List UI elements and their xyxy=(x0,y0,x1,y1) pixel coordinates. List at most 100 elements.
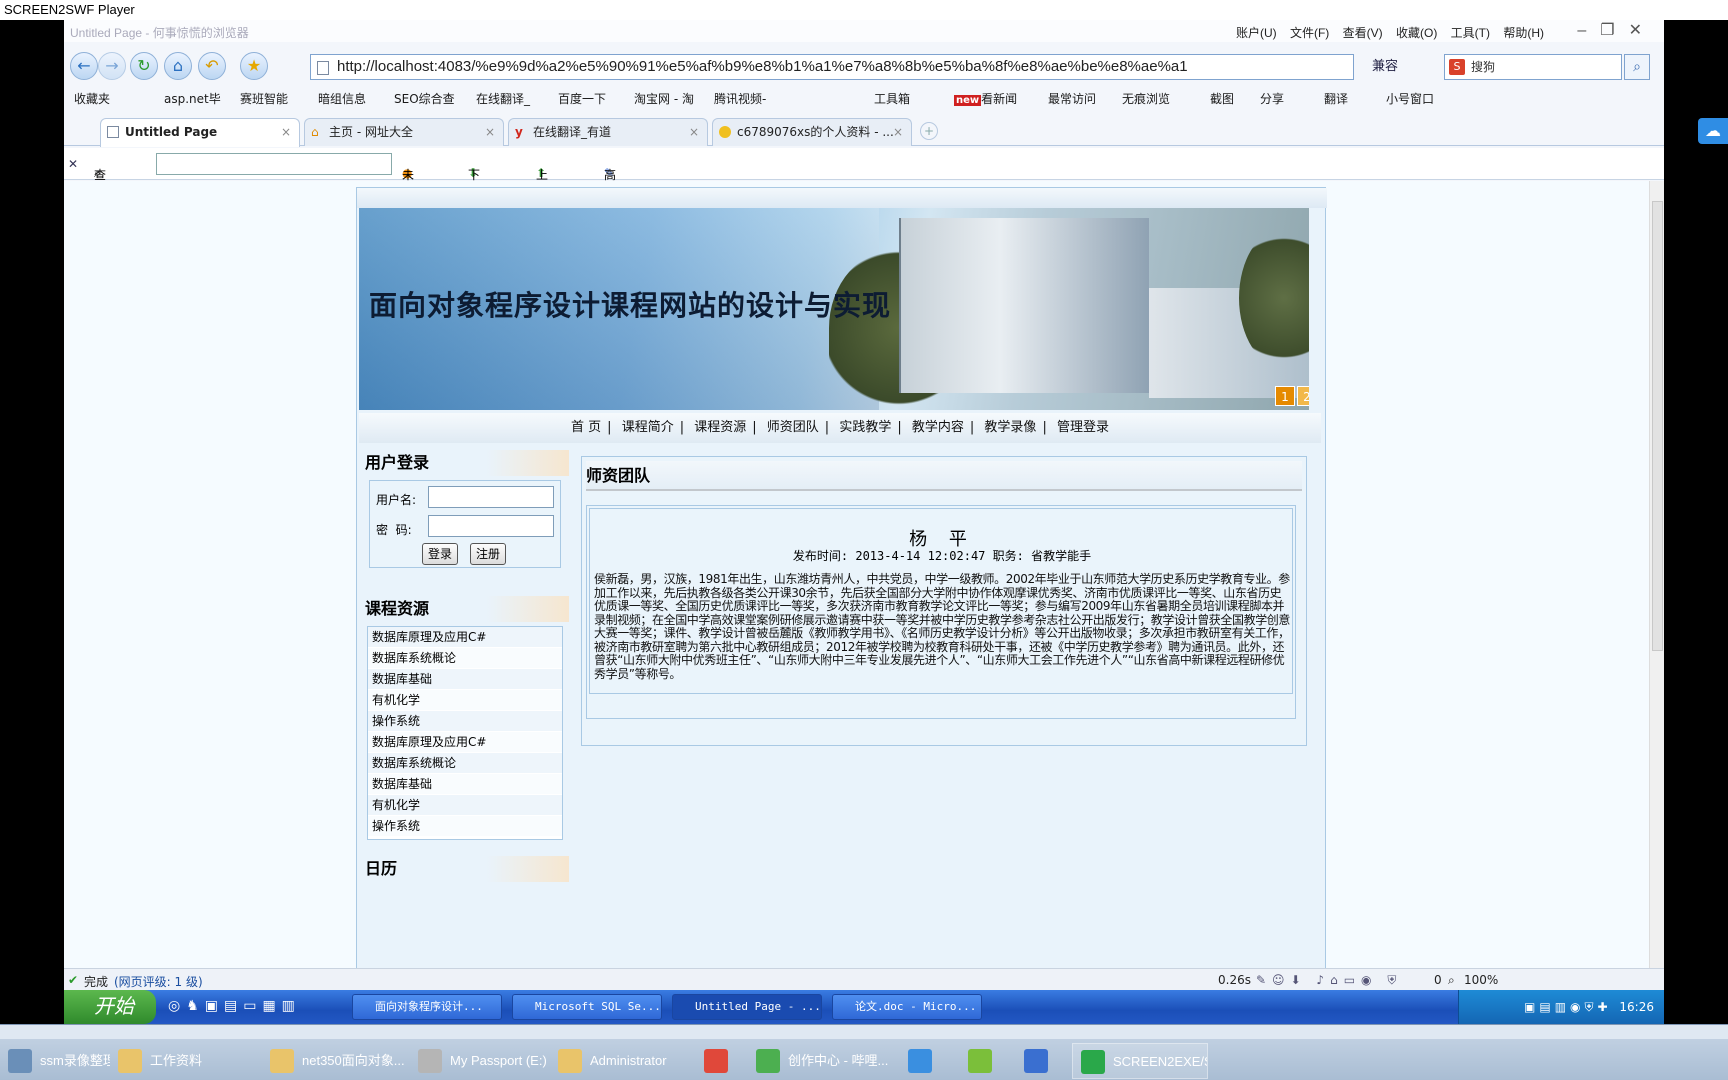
page-rating[interactable]: (网页评级: 1 级) xyxy=(114,973,203,990)
list-item[interactable]: 数据库基础 xyxy=(368,669,562,690)
fav-item[interactable]: 百度一下 xyxy=(558,90,606,107)
register-button[interactable]: 注册 xyxy=(470,543,507,565)
list-item[interactable]: 数据库系统概论 xyxy=(368,648,562,669)
zoom-level[interactable]: 100% xyxy=(1464,973,1498,987)
close-tab-icon[interactable]: × xyxy=(893,119,903,145)
minimize-icon[interactable]: – xyxy=(1577,22,1600,39)
forward-arrow-icon[interactable]: → xyxy=(98,52,126,80)
new-tab-icon[interactable]: + xyxy=(920,122,938,140)
back-arrow-icon[interactable]: ← xyxy=(70,52,98,80)
vertical-scrollbar[interactable] xyxy=(1649,181,1664,968)
outer-taskbar-item[interactable] xyxy=(696,1043,748,1079)
nav-content[interactable]: 教学内容 xyxy=(906,420,970,435)
fav-item[interactable]: SEO综合查 xyxy=(394,90,455,107)
fav-item[interactable]: 小号窗口 xyxy=(1386,90,1434,107)
close-find-icon[interactable]: ✕ xyxy=(68,157,78,171)
outer-taskbar-item[interactable]: 工作资料 xyxy=(110,1043,260,1079)
fav-item[interactable]: 无痕浏览 xyxy=(1122,90,1170,107)
compat-mode-button[interactable]: 兼容 xyxy=(1354,54,1414,80)
fav-item[interactable]: 翻译 xyxy=(1324,90,1348,107)
menu-view[interactable]: 查看(V) xyxy=(1343,26,1383,40)
home-icon[interactable]: ⌂ xyxy=(164,52,192,80)
username-input[interactable] xyxy=(428,486,554,508)
article-meta: 发布时间: 2013-4-14 12:02:47 职务: 省教学能手 xyxy=(792,549,1092,563)
banner-page-2[interactable]: 2 xyxy=(1297,386,1309,406)
star-icon[interactable]: ★ xyxy=(240,52,268,80)
nav-separator: | xyxy=(824,420,830,435)
outer-taskbar-label: 工作资料 xyxy=(150,1053,203,1068)
outer-taskbar-item[interactable]: 创作中心 - 哔哩... xyxy=(748,1043,898,1079)
close-icon[interactable]: ✕ xyxy=(1629,22,1656,39)
outer-taskbar-item[interactable]: My Passport (E:) xyxy=(410,1043,550,1079)
list-item[interactable]: 数据库原理及应用C# xyxy=(368,627,562,648)
cloud-sidebar-icon[interactable]: ☁ xyxy=(1698,118,1728,144)
fav-item[interactable]: 分享 xyxy=(1260,90,1284,107)
list-item[interactable]: 数据库原理及应用C# xyxy=(368,732,562,753)
outer-taskbar-item[interactable]: ssm录像整理202... xyxy=(0,1043,110,1079)
close-tab-icon[interactable]: × xyxy=(689,119,699,145)
nav-course-intro[interactable]: 课程简介 xyxy=(616,420,680,435)
zoom-icon[interactable]: ⌕ xyxy=(1448,973,1455,988)
tray-icons[interactable]: ▣▤▥◉⛨✚ xyxy=(1524,1000,1619,1014)
outer-taskbar-item[interactable]: net350面向对象... xyxy=(262,1043,408,1079)
taskbar-item[interactable]: 论文.doc - Micro... xyxy=(832,994,982,1020)
tab-home[interactable]: ⌂ 主页 - 网址大全 × xyxy=(304,118,504,146)
fav-item-toolbox[interactable]: 工具箱 xyxy=(874,90,910,107)
menu-help[interactable]: 帮助(H) xyxy=(1503,26,1544,40)
fav-item[interactable]: asp.net毕 xyxy=(164,90,221,107)
close-tab-icon[interactable]: × xyxy=(281,119,291,145)
tab-untitled-page[interactable]: Untitled Page × xyxy=(100,118,300,147)
list-item[interactable]: 数据库基础 xyxy=(368,774,562,795)
fav-item[interactable]: 暗组信息 xyxy=(318,90,366,107)
outer-taskbar-item[interactable] xyxy=(900,1043,956,1079)
nav-videos[interactable]: 教学录像 xyxy=(978,420,1042,435)
fav-item[interactable]: 在线翻译_ xyxy=(476,90,530,107)
fav-item-favorites[interactable]: 收藏夹 xyxy=(74,90,110,107)
list-item[interactable]: 数据库系统概论 xyxy=(368,753,562,774)
nav-faculty[interactable]: 师资团队 xyxy=(761,420,825,435)
refresh-icon[interactable]: ↻ xyxy=(130,52,158,80)
menu-favorites[interactable]: 收藏(O) xyxy=(1396,26,1437,40)
fav-item[interactable]: 最常访问 xyxy=(1048,90,1096,107)
undo-icon[interactable]: ↶ xyxy=(198,52,226,80)
nav-admin-login[interactable]: 管理登录 xyxy=(1051,420,1115,435)
outer-taskbar-item[interactable]: SCREEN2EXE/S... xyxy=(1072,1043,1208,1079)
taskbar-item-active[interactable]: Untitled Page - ... xyxy=(672,994,822,1020)
outer-taskbar-item[interactable] xyxy=(1016,1043,1072,1079)
restore-icon[interactable]: ❐ xyxy=(1600,22,1628,39)
taskbar-item[interactable]: 面向对象程序设计... xyxy=(352,994,502,1020)
search-input[interactable]: S 搜狗 xyxy=(1444,54,1622,80)
fav-item[interactable]: 腾讯视频- xyxy=(714,90,766,107)
nav-practice[interactable]: 实践教学 xyxy=(833,420,897,435)
login-button[interactable]: 登录 xyxy=(422,543,459,565)
nav-home[interactable]: 首 页 xyxy=(565,420,607,435)
close-tab-icon[interactable]: × xyxy=(485,119,495,145)
menu-file[interactable]: 文件(F) xyxy=(1290,26,1329,40)
nav-course-resources[interactable]: 课程资源 xyxy=(688,420,752,435)
tab-profile[interactable]: c6789076xs的个人资料 - ... × xyxy=(712,118,912,146)
start-button[interactable]: 开始 xyxy=(64,990,156,1024)
outer-taskbar-item[interactable] xyxy=(960,1043,1016,1079)
menu-account[interactable]: 账户(U) xyxy=(1236,26,1277,40)
fav-item[interactable]: 赛班智能 xyxy=(240,90,288,107)
quick-launch-icons[interactable]: ◎♞▣▤▭▦▥ xyxy=(168,998,301,1014)
list-item[interactable]: 有机化学 xyxy=(368,795,562,816)
menu-tools[interactable]: 工具(T) xyxy=(1451,26,1490,40)
list-item[interactable]: 有机化学 xyxy=(368,690,562,711)
search-icon[interactable]: ⌕ xyxy=(1624,54,1650,80)
scrollbar-thumb[interactable] xyxy=(1652,201,1663,651)
banner-page-1[interactable]: 1 xyxy=(1275,386,1295,406)
taskbar-item[interactable]: Microsoft SQL Se... xyxy=(512,994,662,1020)
list-item[interactable]: 操作系统 xyxy=(368,711,562,732)
tab-youdao[interactable]: y 在线翻译_有道 × xyxy=(508,118,708,146)
status-tool-icons[interactable]: ✎☺⬇ ♪⌂▭◉ ⛨ xyxy=(1256,973,1402,988)
fav-item[interactable]: 淘宝网 - 淘 xyxy=(634,90,694,107)
fav-item[interactable]: 截图 xyxy=(1210,90,1234,107)
fav-item-news[interactable]: new 看新闻 xyxy=(954,90,1017,107)
list-item[interactable]: 操作系统 xyxy=(368,816,562,837)
app-icon xyxy=(8,1049,32,1073)
password-input[interactable] xyxy=(428,515,554,537)
outer-taskbar-item[interactable]: Administrator xyxy=(550,1043,696,1079)
address-bar[interactable]: http://localhost:4083/%e9%9d%a2%e5%90%91… xyxy=(310,54,1354,80)
find-input[interactable] xyxy=(156,153,392,175)
